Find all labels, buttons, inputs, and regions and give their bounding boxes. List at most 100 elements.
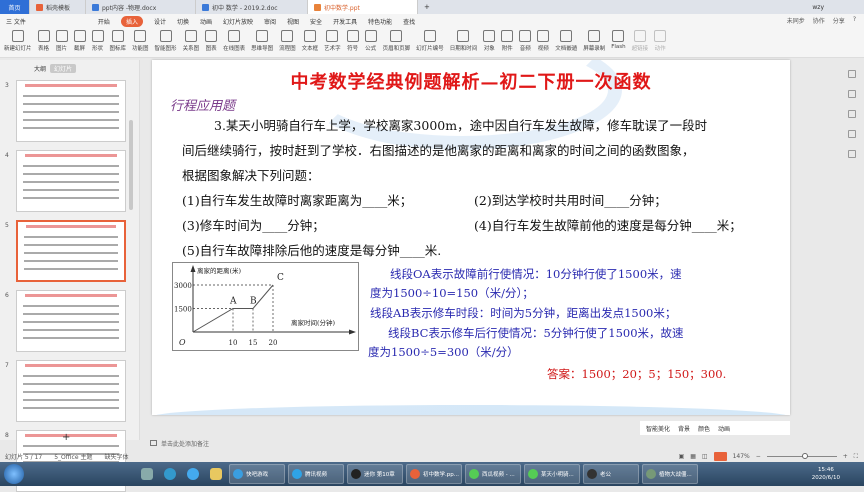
fit-window-icon[interactable]: ⛶ (854, 453, 858, 461)
tab-doc-math[interactable]: 初中 数学 - 2019.2.doc (196, 0, 308, 14)
add-slide-button[interactable]: + (62, 432, 70, 443)
tab-doc-physics[interactable]: ppt内容 -物理.docx (86, 0, 196, 14)
ribbon-button[interactable]: 公式 (364, 30, 377, 52)
ribbon-button[interactable]: Flash (611, 30, 626, 50)
ribbon-button[interactable]: 形状 (91, 30, 104, 52)
menu-animation[interactable]: 动画 (200, 17, 212, 26)
slide-thumbnail[interactable] (16, 360, 126, 422)
sorter-view-icon[interactable]: ▦ (690, 453, 696, 460)
slide-thumbnail[interactable] (16, 220, 126, 282)
new-tab-button[interactable]: + (424, 3, 430, 11)
slide-thumbnail[interactable] (16, 150, 126, 212)
ribbon-button[interactable]: 幻灯片编号 (416, 30, 444, 52)
zoom-in-button[interactable]: + (843, 453, 848, 460)
tab-slides[interactable]: 幻灯片 (50, 64, 77, 73)
taskbar-task[interactable]: 西瓜视频 - ... (465, 464, 521, 484)
clock[interactable]: 15:46 2020/6/10 (812, 466, 840, 482)
ribbon-button[interactable]: 表格 (37, 30, 50, 52)
menu-bar: 三 文件 开始 插入 设计 切换 动画 幻灯片放映 审阅 视图 安全 开发工具 … (0, 14, 864, 28)
ribbon-button[interactable]: 图片 (55, 30, 68, 52)
share-button[interactable]: 分享 (833, 16, 845, 25)
user-name[interactable]: wzy (812, 4, 824, 11)
collab-button[interactable]: 协作 (813, 16, 825, 25)
sidebar-tool-icon[interactable] (848, 90, 856, 98)
taskbar-task[interactable]: 植物大战僵... (642, 464, 698, 484)
sidebar-tool-icon[interactable] (848, 150, 856, 158)
start-button[interactable] (4, 464, 24, 484)
ribbon-button[interactable]: 关系图 (183, 30, 199, 52)
menu-transition[interactable]: 切换 (177, 17, 189, 26)
menu-insert[interactable]: 插入 (120, 15, 143, 27)
ie-icon[interactable] (160, 465, 180, 483)
ribbon-button[interactable]: 功能图 (132, 30, 149, 52)
sidebar-tool-icon[interactable] (848, 110, 856, 118)
taskbar-task[interactable]: 初中数学.pp... (406, 464, 462, 484)
beautify-button[interactable]: 智能美化 (646, 424, 670, 433)
slide-thumbnail-panel: 大纲 幻灯片 3 4 5 6 7 8 + (0, 60, 140, 492)
menu-security[interactable]: 安全 (310, 17, 322, 26)
tab-outline[interactable]: 大纲 (34, 64, 46, 73)
ribbon-button[interactable]: 音频 (519, 30, 532, 52)
ribbon-button[interactable]: 超链接 (632, 30, 648, 52)
sidebar-tool-icon[interactable] (848, 70, 856, 78)
reading-view-icon[interactable]: ◫ (702, 453, 708, 460)
menu-slideshow[interactable]: 幻灯片放映 (223, 17, 253, 26)
ribbon-button[interactable]: 文本框 (302, 30, 318, 52)
background-button[interactable]: 背景 (678, 424, 690, 433)
menu-design[interactable]: 设计 (154, 17, 166, 26)
notes-area[interactable]: 单击此处添加备注 (140, 436, 864, 450)
taskbar-task[interactable]: 老公 (583, 464, 639, 484)
ribbon-button[interactable]: 在线图表 (223, 30, 245, 52)
taskbar-app-icon[interactable] (137, 465, 157, 483)
ribbon-button[interactable]: 日期和时间 (450, 30, 477, 52)
zoom-slider[interactable] (766, 453, 837, 459)
ribbon-button[interactable]: 新建幻灯片 (4, 30, 32, 52)
ribbon-button[interactable]: 屏幕录制 (583, 30, 605, 52)
menu-file[interactable]: 三 文件 (6, 17, 26, 26)
zoom-out-button[interactable]: − (756, 453, 761, 460)
taskbar-task[interactable]: 迷你 第10章 (347, 464, 403, 484)
sidebar-tool-icon[interactable] (848, 130, 856, 138)
ribbon-button[interactable]: 附件 (501, 30, 514, 52)
ribbon-button[interactable]: 动作 (654, 30, 667, 52)
color-button[interactable]: 颜色 (698, 424, 710, 433)
slide-thumbnail[interactable] (16, 80, 126, 142)
ribbon-button[interactable]: 智能图形 (155, 30, 177, 52)
ribbon-button[interactable]: 思维导图 (251, 30, 273, 52)
sync-button[interactable]: 未同步 (787, 16, 805, 25)
help-button[interactable]: ? (853, 16, 856, 25)
menu-home[interactable]: 开始 (98, 17, 110, 26)
zoom-level[interactable]: 147% (733, 453, 750, 460)
ribbon-button[interactable]: 图表 (205, 30, 218, 52)
taskbar-task[interactable]: 腾讯视频 (288, 464, 344, 484)
missing-font[interactable]: 缺失字体 (104, 452, 128, 461)
taskbar-app-icon[interactable] (183, 465, 203, 483)
ribbon-button[interactable]: 对象 (483, 30, 496, 52)
ribbon-button[interactable]: 页眉和页脚 (383, 30, 410, 52)
menu-view[interactable]: 视图 (287, 17, 299, 26)
ribbon-button[interactable]: 视频 (537, 30, 550, 52)
menu-developer[interactable]: 开发工具 (333, 17, 357, 26)
zoom-slider-handle[interactable] (801, 453, 808, 459)
slide-thumbnail[interactable] (16, 290, 126, 352)
play-slideshow-button[interactable] (713, 452, 727, 461)
menu-review[interactable]: 审阅 (264, 17, 276, 26)
ribbon-button[interactable]: 流程图 (279, 30, 296, 52)
taskbar-task[interactable]: 某天小明骑... (524, 464, 580, 484)
menu-search[interactable]: 查找 (403, 17, 415, 26)
normal-view-icon[interactable]: ▣ (679, 453, 685, 460)
ribbon-button[interactable]: 文档嵌遁 (555, 30, 577, 52)
ribbon-button[interactable]: 图标库 (110, 30, 126, 52)
ribbon-button[interactable]: 截屏 (73, 30, 86, 52)
tab-home[interactable]: 首页 (0, 0, 30, 14)
slide-canvas[interactable]: 中考数学经典例题解析—初二下册一次函数 行程应用题 3.某天小明骑自行车上学，学… (152, 60, 790, 415)
tab-ppt[interactable]: 初中数学.ppt (308, 0, 418, 14)
thumbnail-scrollbar[interactable] (129, 120, 133, 210)
taskbar-task[interactable]: 快吧游戏 (229, 464, 285, 484)
tab-docer[interactable]: 稻壳模板 (30, 0, 86, 14)
ribbon-button[interactable]: 符号 (346, 30, 359, 52)
ribbon-button[interactable]: 艺术字 (324, 30, 341, 52)
animation-button[interactable]: 动画 (718, 424, 730, 433)
menu-features[interactable]: 特色功能 (368, 17, 392, 26)
folder-icon[interactable] (206, 465, 226, 483)
